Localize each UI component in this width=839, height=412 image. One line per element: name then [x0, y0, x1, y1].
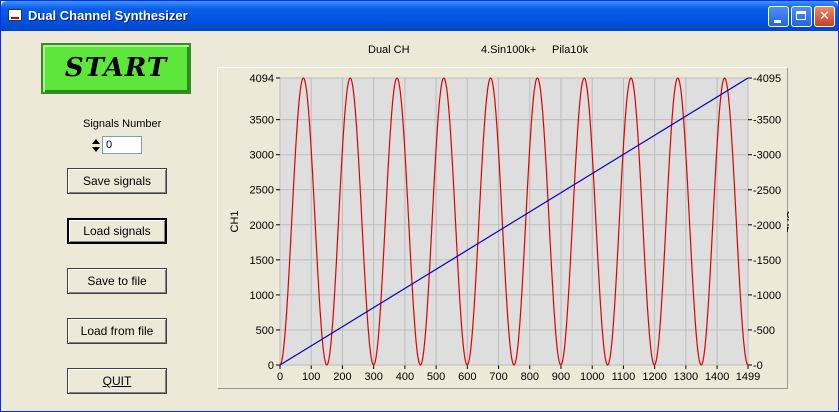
x-tick-label: 1400: [705, 371, 729, 383]
app-icon[interactable]: [8, 9, 22, 21]
y-left-tick-label: 3000: [250, 150, 274, 162]
y-right-tick-label: -4095: [753, 73, 781, 85]
x-tick-label: 100: [302, 371, 320, 383]
y-left-tick-label: 3500: [250, 115, 274, 127]
signals-number-label: Signals Number: [83, 118, 162, 130]
load-from-file-button[interactable]: Load from file: [67, 318, 167, 344]
window-title: Dual Channel Synthesizer: [28, 8, 188, 23]
y-left-tick-label: 1500: [250, 255, 274, 267]
close-button[interactable]: ✕: [814, 6, 835, 27]
y-right-tick-label: -1500: [753, 255, 781, 267]
y-left-tick-label: 4094: [250, 73, 274, 85]
title-bar[interactable]: Dual Channel Synthesizer ✕: [1, 1, 838, 31]
y-right-tick-label: -3000: [753, 150, 781, 162]
x-tick-label: 0: [277, 371, 283, 383]
minimize-button[interactable]: [768, 6, 789, 27]
y-left-tick-label: 2000: [250, 220, 274, 232]
x-tick-label: 200: [333, 371, 351, 383]
x-tick-label: 900: [552, 371, 570, 383]
y-left-tick-label: 500: [256, 325, 274, 337]
x-tick-label: 1300: [674, 371, 698, 383]
x-tick-label: 500: [427, 371, 445, 383]
chart-mode-label: Dual CH: [368, 44, 410, 56]
y-right-tick-label: -1000: [753, 290, 781, 302]
ch2-signal-label: Pila10k: [552, 44, 589, 56]
y-left-axis-label: CH1: [229, 210, 241, 232]
dual-channel-chart[interactable]: 0 100 200 300 400 500 600 700 800 900 1000 1100 1200…: [218, 68, 796, 390]
x-tick-label: 600: [458, 371, 476, 383]
x-tick-label: 400: [396, 371, 414, 383]
x-tick-label: 700: [489, 371, 507, 383]
stepper-down-icon[interactable]: [92, 147, 100, 152]
y-right-axis-label: CH2: [784, 210, 789, 232]
close-icon: ✕: [819, 9, 830, 24]
quit-label: QUIT: [102, 374, 132, 388]
y-right-tick-label: -2500: [753, 185, 781, 197]
x-tick-label: 1200: [642, 371, 666, 383]
load-signals-button[interactable]: Load signals: [67, 218, 167, 244]
app-window: Dual Channel Synthesizer ✕ START Signals…: [0, 0, 839, 412]
save-to-file-button[interactable]: Save to file: [67, 268, 167, 294]
y-right-tick-label: -500: [753, 325, 775, 337]
x-tick-label: 300: [364, 371, 382, 383]
y-left-tick-label: 1000: [250, 290, 274, 302]
y-right-tick-label: -0: [753, 360, 763, 372]
x-tick-label: 1100: [612, 371, 636, 383]
maximize-button[interactable]: [791, 6, 812, 27]
signals-number-stepper[interactable]: [92, 137, 101, 154]
y-right-tick-label: -2000: [753, 220, 781, 232]
stepper-up-icon[interactable]: [92, 139, 100, 144]
x-tick-label: 1499: [736, 371, 760, 383]
save-signals-button[interactable]: Save signals: [67, 168, 167, 194]
start-button[interactable]: START: [41, 43, 191, 94]
x-tick-label: 800: [521, 371, 539, 383]
signals-number-input[interactable]: 0: [102, 136, 142, 154]
y-right-tick-label: -3500: [753, 115, 781, 127]
ch1-signal-label: 4.Sin100k+: [481, 44, 537, 56]
quit-button[interactable]: QUIT: [67, 368, 167, 394]
y-left-tick-label: 2500: [250, 185, 274, 197]
y-left-tick-label: 0: [268, 360, 274, 372]
chart-panel: 0 100 200 300 400 500 600 700 800 900 1000 1100 1200…: [217, 67, 796, 390]
x-tick-label: 1000: [580, 371, 604, 383]
